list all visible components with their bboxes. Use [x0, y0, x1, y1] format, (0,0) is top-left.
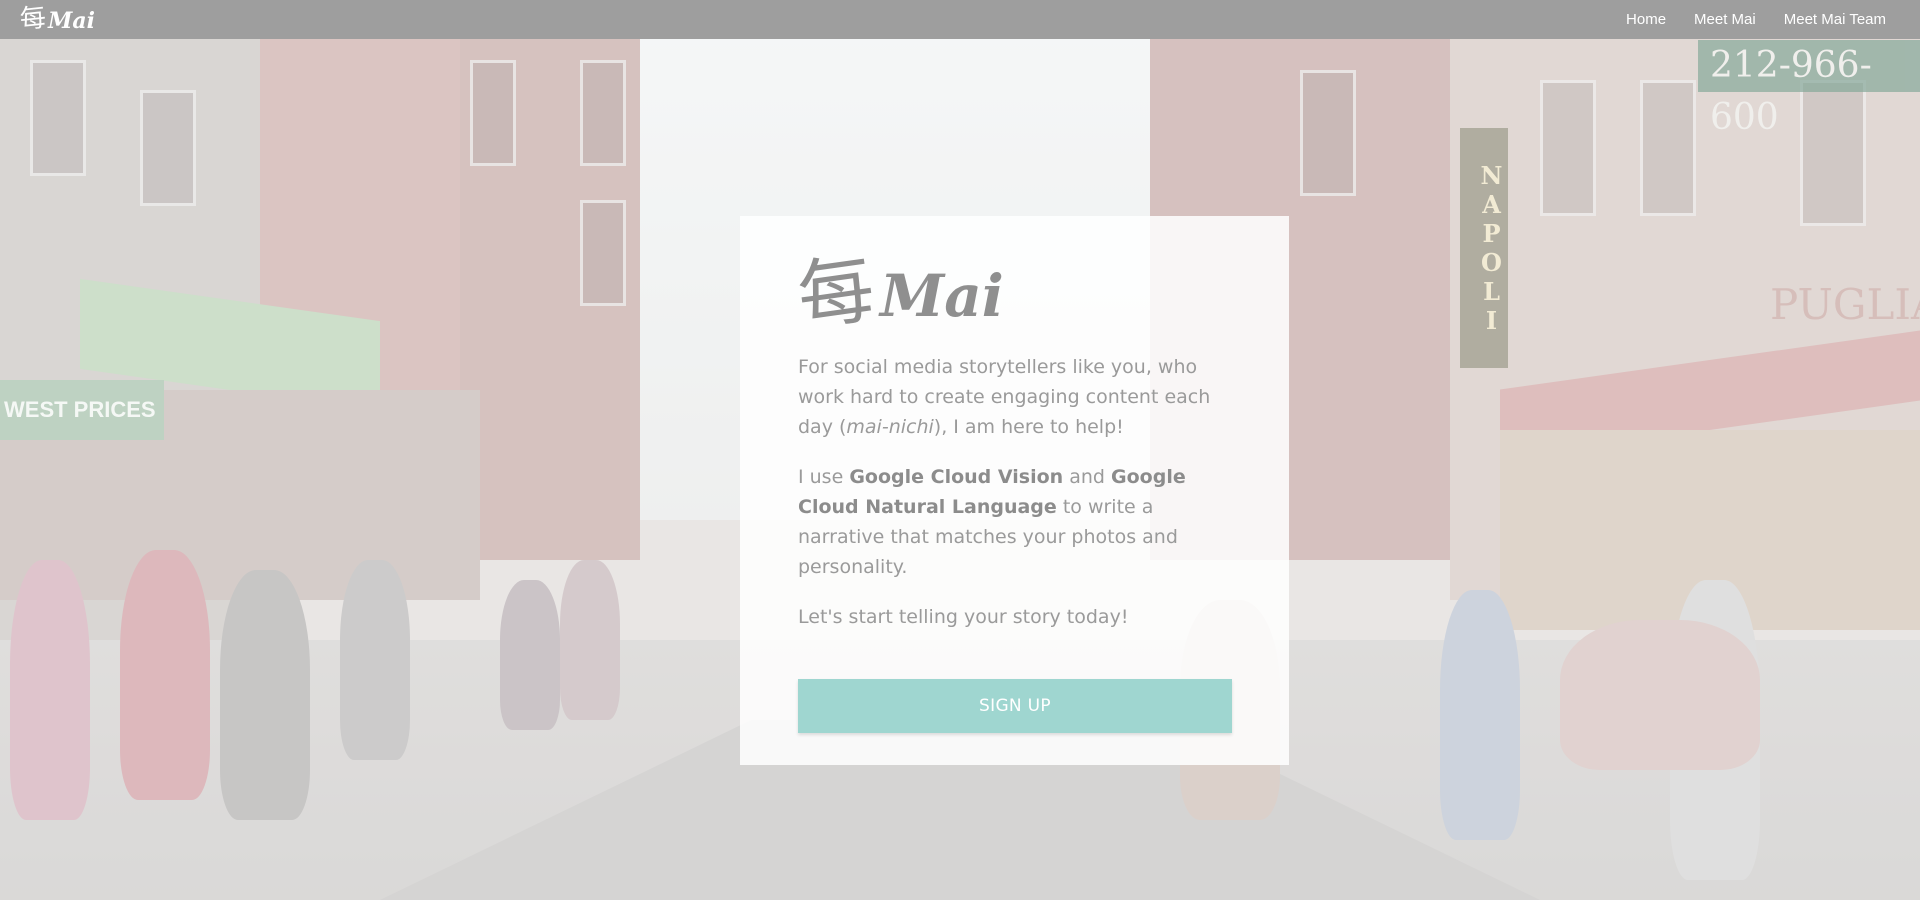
mai-logo-glyph: 每 [792, 243, 880, 342]
mai-logo-text: Mai [880, 262, 1004, 330]
tech-text-part1: I use [798, 466, 850, 488]
intro-paragraph: For social media storytellers like you, … [798, 352, 1234, 442]
brand-logo-link[interactable]: 每 Mai [18, 2, 95, 36]
tech-text-part2: and [1063, 466, 1112, 488]
nav-link-meet-mai-team[interactable]: Meet Mai Team [1784, 11, 1886, 28]
brand-logo-glyph: 每 [18, 2, 48, 36]
mai-logo: 每 Mai [792, 243, 1233, 342]
intro-card: 每 Mai For social media storytellers like… [740, 216, 1289, 765]
intro-text-after: ), I am here to help! [933, 416, 1124, 438]
intro-text-emphasis: mai-nichi [846, 416, 934, 438]
top-navbar: 每 Mai Home Meet Mai Meet Mai Team [0, 0, 1920, 39]
brand-logo-text: Mai [48, 8, 95, 34]
landing-page: WEST PRICES 212-966-600 NAPOLI PUGLIA [0, 0, 1920, 900]
sign-up-button[interactable]: SIGN UP [798, 679, 1232, 733]
technology-paragraph: I use Google Cloud Vision and Google Clo… [798, 462, 1234, 582]
call-to-action-text: Let's start telling your story today! [798, 606, 1129, 628]
tech-text-vision: Google Cloud Vision [849, 466, 1064, 488]
nav-link-meet-mai[interactable]: Meet Mai [1694, 11, 1756, 28]
nav-links: Home Meet Mai Meet Mai Team [1626, 0, 1886, 39]
nav-link-home[interactable]: Home [1626, 11, 1666, 28]
